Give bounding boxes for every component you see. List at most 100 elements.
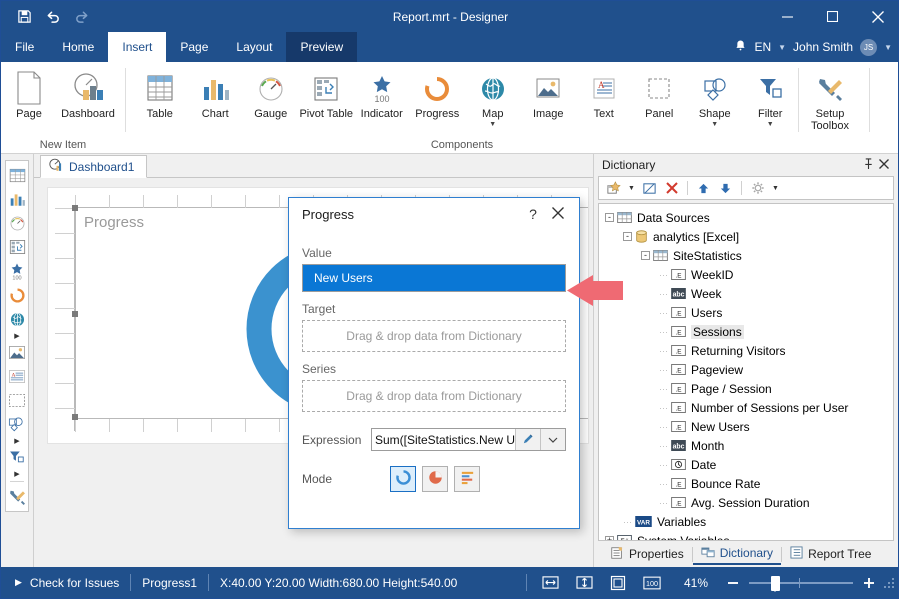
tree-node[interactable]: ···.EBounce Rate [599,474,893,493]
tab-file[interactable]: File [1,32,48,62]
user-name[interactable]: John Smith [793,40,853,54]
tab-page[interactable]: Page [166,32,222,62]
toolbox-filter-chevron-down-icon[interactable]: ▶ [6,469,28,478]
close-icon[interactable] [876,158,892,172]
tree-node[interactable]: ···.EAvg. Session Duration [599,493,893,512]
tab-properties[interactable]: Properties [602,543,692,565]
close-icon[interactable] [855,1,899,32]
ribbon-button-filter[interactable]: Filter ▼ [743,67,799,128]
toolbox-item-chart[interactable] [6,187,28,211]
tree-node[interactable]: ···.EUsers [599,303,893,322]
plus-icon[interactable] [859,577,879,589]
toolbox-item-panel[interactable] [6,388,28,412]
tree-node[interactable]: ···.ENumber of Sessions per User [599,398,893,417]
toolbox-shape-chevron-down-icon[interactable]: ▶ [6,436,28,445]
check-for-issues-label[interactable]: Check for Issues [30,576,119,590]
series-dropzone[interactable]: Drag & drop data from Dictionary [302,380,566,412]
expression-input[interactable]: Sum([SiteStatistics.New U [372,429,515,450]
tree-node[interactable]: ···.EReturning Visitors [599,341,893,360]
toolbox-item-pivot-table[interactable] [6,235,28,259]
avatar[interactable]: JS [860,39,877,56]
tree-node[interactable]: ···abcWeek [599,284,893,303]
toolbox-item-shape[interactable] [6,412,28,436]
ribbon-button-indicator[interactable]: 100 Indicator [354,67,410,120]
mode-ring-button[interactable] [390,466,416,492]
tree-node[interactable]: ···.ENew Users [599,417,893,436]
pin-icon[interactable] [860,158,876,173]
tab-preview[interactable]: Preview [286,32,357,62]
ribbon-button-page[interactable]: Page [1,67,57,120]
new-item-icon[interactable] [604,179,623,198]
toolbox-item-table[interactable] [6,163,28,187]
ribbon-button-pivot-table[interactable]: Pivot Table [299,67,355,120]
collapse-icon[interactable]: - [623,232,632,241]
tree-node[interactable]: ···.ESessions [599,322,893,341]
mode-pie-button[interactable] [422,466,448,492]
dialog-close-icon[interactable] [545,206,571,222]
new-item-chevron-down-icon[interactable]: ▼ [626,179,637,198]
toolbox-map-chevron-down-icon[interactable]: ▶ [6,331,28,340]
account-chevron-down-icon[interactable]: ▼ [884,43,892,52]
maximize-icon[interactable] [810,1,855,32]
ribbon-button-table[interactable]: Table [132,67,188,120]
language-label[interactable]: EN [754,40,771,54]
question-mark-icon[interactable]: ? [521,206,545,222]
play-icon[interactable]: ▶ [1,577,30,588]
pencil-icon[interactable] [515,429,540,450]
toolbox-item-text[interactable]: A [6,364,28,388]
bell-icon[interactable] [734,39,747,55]
ribbon-button-chart[interactable]: Chart [188,67,244,120]
expand-icon[interactable]: + [605,536,614,541]
tree-node[interactable]: -Data Sources [599,208,893,227]
expression-control[interactable]: Sum([SiteStatistics.New U [371,428,566,451]
save-icon[interactable] [15,8,33,26]
tree-node[interactable]: +Σ#System Variables [599,531,893,541]
value-field[interactable]: New Users [302,264,566,292]
tree-node[interactable]: -SiteStatistics [599,246,893,265]
zoom-slider-control[interactable] [723,574,883,592]
collapse-icon[interactable]: - [641,251,650,260]
fit-width-icon[interactable] [533,575,567,590]
zoom-slider[interactable] [749,574,853,592]
dictionary-tree[interactable]: -Data Sources-analytics [Excel]-SiteStat… [598,203,894,541]
toolbox-item-setup-toolbox[interactable] [6,485,28,509]
zoom-100-icon[interactable]: 100 [635,576,669,590]
target-dropzone[interactable]: Drag & drop data from Dictionary [302,320,566,352]
tab-report-tree[interactable]: Report Tree [782,543,879,565]
tree-node[interactable]: ···.EPageview [599,360,893,379]
ribbon-button-shape[interactable]: Shape ▼ [687,67,743,128]
gear-chevron-down-icon[interactable]: ▼ [770,179,781,198]
shape-chevron-down-icon[interactable]: ▼ [711,121,718,128]
minus-icon[interactable] [723,577,743,589]
minimize-icon[interactable] [765,1,810,32]
filter-chevron-down-icon[interactable]: ▼ [767,121,774,128]
page-view-icon[interactable] [601,575,635,591]
selection-handle-ml[interactable] [72,311,78,317]
toolbox-item-image[interactable] [6,340,28,364]
tree-node[interactable]: ···VARVariables [599,512,893,531]
document-tab-dashboard1[interactable]: Dashboard1 [40,155,147,178]
toolbox-item-indicator[interactable]: 100 [6,259,28,283]
tree-node[interactable]: -analytics [Excel] [599,227,893,246]
chevron-down-icon[interactable]: ▼ [778,43,786,52]
move-up-icon[interactable] [694,179,713,198]
tree-node[interactable]: ···.EWeekID [599,265,893,284]
edit-icon[interactable] [640,179,659,198]
ribbon-button-gauge[interactable]: Gauge [243,67,299,120]
fit-height-icon[interactable] [567,575,601,590]
tree-node[interactable]: ···Date [599,455,893,474]
grip-icon[interactable] [883,576,897,590]
ribbon-button-image[interactable]: Image [521,67,577,120]
move-down-icon[interactable] [716,179,735,198]
gear-icon[interactable] [748,179,767,198]
toolbox-item-filter[interactable] [6,445,28,469]
tree-node[interactable]: ···abcMonth [599,436,893,455]
map-chevron-down-icon[interactable]: ▼ [489,121,496,128]
undo-icon[interactable] [44,8,62,26]
ribbon-button-map[interactable]: Map ▼ [465,67,521,128]
zoom-slider-thumb[interactable] [771,576,780,591]
tab-home[interactable]: Home [48,32,108,62]
ribbon-button-progress[interactable]: Progress [410,67,466,120]
ribbon-button-dashboard[interactable]: Dashboard [57,67,119,120]
tab-insert[interactable]: Insert [108,32,166,62]
